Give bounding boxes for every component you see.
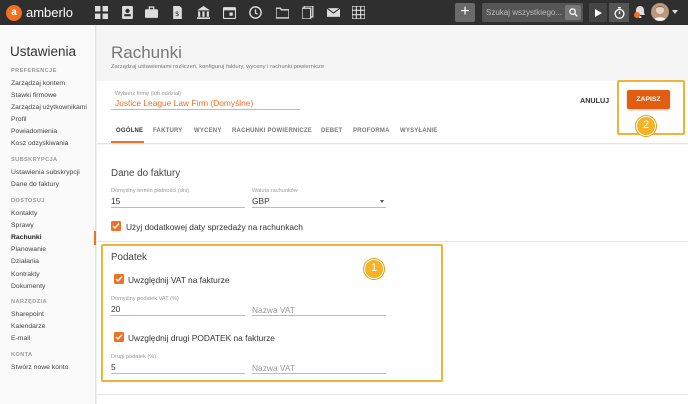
firm-select-underline [111,109,300,110]
checkmark-icon [112,223,120,230]
sidebar-item-profile[interactable]: Profil [11,116,27,123]
sidebar-item-contacts[interactable]: Kontakty [11,210,37,217]
payment-term-underline [111,207,245,208]
logo-icon: a [6,4,22,21]
sidebar-item-billing-data[interactable]: Dane do faktury [11,181,59,188]
grid-icon[interactable] [95,6,108,19]
sidebar-item-create-account[interactable]: Stwórz nowe konto [11,364,68,371]
calendar-icon[interactable] [223,6,236,19]
page-title: Rachunki [111,43,182,62]
search-icon[interactable] [565,5,581,20]
tab-debit[interactable]: DEBET [321,128,342,134]
page-subtitle: Zarządzaj ustawieniami rozliczeń, konfig… [111,64,325,70]
sidebar-item-contracts[interactable]: Kontrakty [11,271,40,278]
tab-general[interactable]: OGÓLNE [116,128,143,134]
mail-icon[interactable] [327,6,340,19]
play-icon[interactable] [589,3,607,22]
bank-icon[interactable] [197,6,210,19]
currency-select[interactable]: GBP [252,196,270,206]
folder-icon[interactable] [276,6,289,19]
contacts-icon[interactable] [121,6,134,19]
sidebar-title: Ustawienia [10,44,77,59]
chevron-down-icon[interactable] [380,200,384,203]
sidebar-item-bills[interactable]: Rachunki [11,234,42,241]
firm-select-label: Wybierz firmę (lub oddział) [115,91,182,97]
add-button[interactable]: + [455,3,475,22]
notification-bell-icon[interactable] [633,5,647,20]
sidebar-section-label: NARZĘDZIA [11,299,47,305]
section-divider [97,241,688,242]
clock-icon[interactable] [249,6,262,19]
top-bar: a amberlo $ + [0,0,688,25]
sidebar-item-calendars[interactable]: Kalendarze [11,323,45,330]
section-title-invoice-data: Dane do faktury [111,168,181,179]
callout-highlight-tax [101,244,443,382]
search-input[interactable] [486,5,562,20]
docs-icon[interactable] [302,6,315,19]
payment-term-label: Domyślny termin płatności (dni) [111,188,190,194]
callout-badge-2: 2 [636,116,656,136]
sidebar-item-notifications[interactable]: Powiadomienia [11,128,57,135]
sale-date-checkbox[interactable] [111,221,121,231]
sidebar-item-planning[interactable]: Planowanie [11,246,46,253]
firm-select[interactable]: Justice League Law Firm (Domyślne) [115,98,253,108]
sidebar-item-company-rates[interactable]: Stawki firmowe [11,92,57,99]
sidebar-item-email[interactable]: E-mail [11,335,30,342]
search-box [482,3,583,22]
sidebar-section-label: DOSTOSUJ [11,198,45,204]
tab-invoices[interactable]: FAKTURY [153,128,183,134]
briefcase-icon[interactable] [145,6,158,19]
section-divider [97,394,688,395]
user-avatar[interactable] [651,3,669,21]
svg-text:$: $ [175,11,179,18]
sidebar-section-label: SUBSKRYPCJA [11,157,58,163]
active-indicator [94,231,96,245]
currency-label: Waluta rachunków [252,188,298,194]
sidebar-item-manage-users[interactable]: Zarządzaj użytkownikami [11,104,87,111]
table-icon[interactable] [352,6,365,19]
sidebar-section-label: KONTA [11,352,33,358]
tab-trust-accounts[interactable]: RACHUNKI POWIERNICZE [232,128,312,134]
sidebar-item-manage-account[interactable]: Zarządzaj kontem [11,80,65,87]
sidebar-item-recycle-bin[interactable]: Kosz odzyskiwania [11,140,68,147]
cancel-button[interactable]: ANULUJ [580,96,609,105]
tab-sending[interactable]: WYSYŁANIE [400,128,437,134]
timer-icon[interactable] [609,3,629,22]
payment-term-input[interactable]: 15 [111,196,120,206]
callout-badge-1: 1 [364,259,384,279]
active-tab-underline [111,141,144,143]
sale-date-checkbox-label: Użyj dodatkowej daty sprzedaży na rachun… [126,222,303,232]
app-logo[interactable]: a amberlo [6,4,73,21]
sidebar-item-sharepoint[interactable]: Sharepoint [11,311,44,318]
sidebar-item-documents[interactable]: Dokumenty [11,283,45,290]
chevron-down-icon[interactable] [672,10,678,14]
document-icon[interactable]: $ [171,6,184,19]
sidebar-item-matters[interactable]: Sprawy [11,222,34,229]
tab-proforma[interactable]: PROFORMA [353,128,390,134]
brand-name: amberlo [26,5,73,20]
sidebar-section-label: PREFERENCJE [11,68,57,74]
firm-card [97,81,688,144]
sidebar-item-activities[interactable]: Działania [11,258,39,265]
currency-underline [252,207,386,208]
tab-quotes[interactable]: WYCENY [194,128,222,134]
sidebar-item-subscription-settings[interactable]: Ustawienia subskrypcji [11,169,80,176]
